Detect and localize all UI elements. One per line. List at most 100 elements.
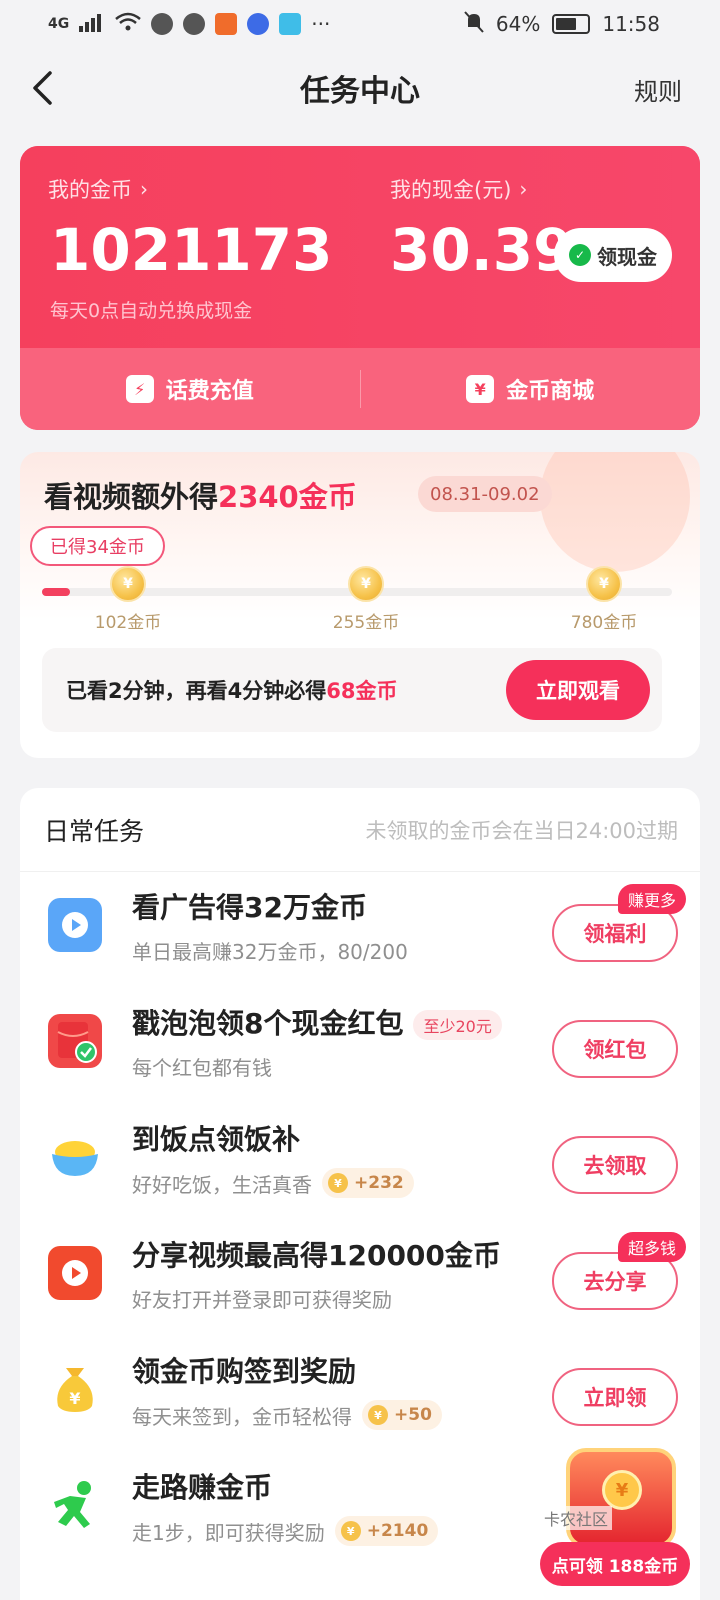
coin-icon: ¥ <box>586 566 622 602</box>
withdraw-cash-label: 领现金 <box>597 244 657 269</box>
date-range-badge: 08.31-09.02 <box>418 476 552 512</box>
task-desc-text: 好友打开并登录即可获得奖励 <box>132 1288 392 1312</box>
coin-reward-value: +50 <box>394 1405 432 1425</box>
task-desc: 好友打开并登录即可获得奖励 <box>132 1284 392 1313</box>
wifi-icon <box>115 12 142 37</box>
milestone: ¥ 102金币 <box>68 566 188 633</box>
task-name: 到饭点领饭补 <box>132 1123 301 1156</box>
coin-reward-value: +2140 <box>366 1521 429 1541</box>
claim-now-button[interactable]: 立即领 <box>552 1368 678 1426</box>
money-bag-icon: ¥ <box>48 1362 102 1416</box>
milestone: ¥ 780金币 <box>544 566 664 633</box>
coin-reward-chip: ¥ +232 <box>322 1168 414 1198</box>
decoration <box>540 452 690 572</box>
wechat-pay-icon: ✓ <box>569 244 591 266</box>
task-desc: 每天来签到，金币轻松得 ¥ +50 <box>132 1400 442 1430</box>
wechat-icon <box>151 13 174 35</box>
task-desc-text: 好好吃饭，生活真香 <box>132 1172 312 1197</box>
watch-progress-text: 已看2分钟，再看4分钟必得68金币 <box>66 675 397 705</box>
task-name-text: 戳泡泡领8个现金红包 <box>132 1007 404 1040</box>
wallet-card: 我的金币 › 1021173 我的现金(元) › 30.39 ✓ 领现金 每天0… <box>20 146 700 430</box>
task-badge: 超多钱 <box>617 1232 686 1262</box>
milestone-label: 780金币 <box>570 613 638 633</box>
task-row: 到饭点领饭补 好好吃饭，生活真香 ¥ +232 去领取 <box>20 1104 700 1220</box>
coin-icon: ¥ <box>110 566 146 602</box>
phone-recharge-button[interactable]: ⚡ 话费充值 <box>20 373 360 405</box>
rules-link[interactable]: 规则 <box>634 72 682 107</box>
milestone: ¥ 255金币 <box>306 566 426 633</box>
watch-progress-prefix: 已看2分钟，再看4分钟必得 <box>66 679 327 703</box>
coin-icon: ¥ <box>328 1173 348 1193</box>
red-envelope-icon <box>48 1014 102 1068</box>
ticket-icon: ¥ <box>466 375 495 403</box>
expiry-note: 未领取的金币会在当日24:00过期 <box>365 818 678 843</box>
coins-value: 1021173 <box>50 216 333 284</box>
coin-icon: ¥ <box>602 1470 642 1510</box>
cash-value: 30.39 <box>390 216 574 284</box>
task-desc: 走1步，即可获得奖励 ¥ +2140 <box>132 1516 439 1546</box>
coin-reward-value: +232 <box>354 1173 404 1193</box>
task-row: 看广告得32万金币 单日最高赚32万金币，80/200 领福利 赚更多 <box>20 872 700 988</box>
back-button[interactable] <box>22 68 62 108</box>
task-name: 分享视频最高得120000金币 <box>132 1239 501 1272</box>
task-desc-text: 走1步，即可获得奖励 <box>132 1520 325 1545</box>
milestone-label: 102金币 <box>94 613 162 633</box>
video-bonus-title-amount: 2340金币 <box>218 480 357 514</box>
lightning-icon: ⚡ <box>125 375 154 403</box>
task-row: 分享视频最高得120000金币 好友打开并登录即可获得奖励 去分享 超多钱 <box>20 1220 700 1336</box>
battery-percent: 64% <box>495 12 541 36</box>
task-name: 走路赚金币 <box>132 1471 273 1504</box>
video-bonus-title: 看视频额外得2340金币 <box>44 474 357 516</box>
more-notifications-icon: ··· <box>311 12 331 36</box>
task-desc-text: 每个红包都有钱 <box>132 1056 272 1080</box>
clock: 11:58 <box>602 12 660 36</box>
task-name: 戳泡泡领8个现金红包 至少20元 <box>132 1002 502 1042</box>
my-cash-link[interactable]: 我的现金(元) › <box>390 174 527 204</box>
coin-reward-chip: ¥ +2140 <box>334 1516 439 1546</box>
progress-fill <box>42 588 71 596</box>
video-share-icon <box>48 1246 102 1300</box>
daily-tasks-title: 日常任务 <box>44 816 145 846</box>
watch-progress-row: 已看2分钟，再看4分钟必得68金币 立即观看 <box>42 648 662 732</box>
task-badge: 赚更多 <box>617 884 686 914</box>
wechat-icon <box>183 13 206 35</box>
coin-reward-chip: ¥ +50 <box>362 1400 442 1430</box>
task-tag: 至少20元 <box>413 1010 502 1040</box>
chevron-left-icon <box>33 71 52 105</box>
earned-coins-pill: 已得34金币 <box>30 526 165 566</box>
nav-header: 任务中心 规则 <box>0 48 720 128</box>
phone-recharge-label: 话费充值 <box>165 379 254 404</box>
network-label: 4G <box>48 16 70 32</box>
auto-exchange-note: 每天0点自动兑换成现金 <box>50 300 253 322</box>
floating-reward-widget[interactable]: ¥ 卡农社区 点可领 188金币 <box>540 1448 712 1598</box>
my-coins-link[interactable]: 我的金币 › <box>48 174 148 204</box>
running-man-icon <box>48 1478 102 1532</box>
signal-icon <box>79 12 105 37</box>
mute-icon <box>464 10 484 38</box>
watch-now-button[interactable]: 立即观看 <box>506 660 650 720</box>
milestone-label: 255金币 <box>332 613 400 633</box>
coin-mall-button[interactable]: ¥ 金币商城 <box>361 373 701 405</box>
task-desc-text: 每天来签到，金币轻松得 <box>132 1404 352 1429</box>
page-title: 任务中心 <box>300 74 420 109</box>
baidu-icon <box>247 13 270 35</box>
reader-app-icon <box>279 13 302 35</box>
watch-progress-amount: 68金币 <box>326 679 398 703</box>
task-row: 戳泡泡领8个现金红包 至少20元 每个红包都有钱 领红包 <box>20 988 700 1104</box>
my-coins-label: 我的金币 <box>48 178 132 202</box>
task-desc-text: 单日最高赚32万金币，80/200 <box>132 940 408 964</box>
video-bonus-card: 看视频额外得2340金币 08.31-09.02 已得34金币 ¥ 102金币 … <box>20 452 700 758</box>
task-desc: 单日最高赚32万金币，80/200 <box>132 936 408 965</box>
claim-red-envelope-button[interactable]: 领红包 <box>552 1020 678 1078</box>
task-row: ¥ 领金币购签到奖励 每天来签到，金币轻松得 ¥ +50 立即领 <box>20 1336 700 1452</box>
claim-reward-pill[interactable]: 点可领 188金币 <box>540 1542 690 1586</box>
claim-meal-subsidy-button[interactable]: 去领取 <box>552 1136 678 1194</box>
play-icon <box>48 898 102 952</box>
app-notification-icon <box>215 13 238 35</box>
withdraw-cash-button[interactable]: ✓ 领现金 <box>554 228 672 282</box>
task-name: 领金币购签到奖励 <box>132 1355 357 1388</box>
coin-icon: ¥ <box>348 566 384 602</box>
chevron-right-icon: › <box>140 177 148 201</box>
video-bonus-title-prefix: 看视频额外得 <box>44 480 219 514</box>
task-name: 看广告得32万金币 <box>132 891 367 924</box>
